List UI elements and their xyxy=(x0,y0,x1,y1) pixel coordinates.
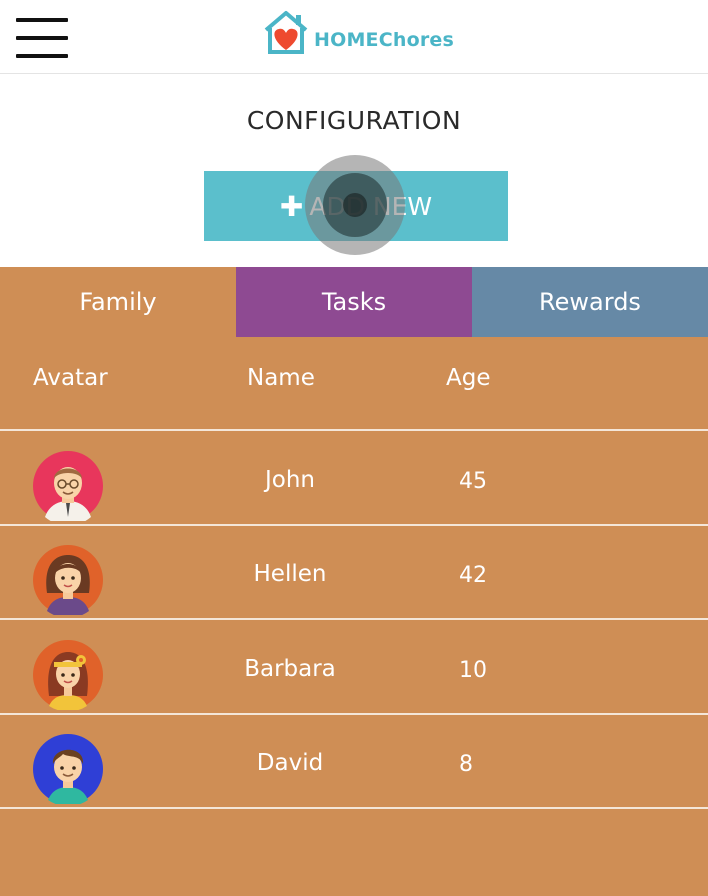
column-header-age: Age xyxy=(446,365,491,391)
row-name: Hellen xyxy=(253,561,327,587)
tab-tasks[interactable]: Tasks xyxy=(236,267,472,337)
boy-avatar-icon xyxy=(33,734,103,804)
table-row[interactable]: John 45 xyxy=(0,432,708,526)
row-name: David xyxy=(256,750,324,776)
column-header-avatar: Avatar xyxy=(33,365,108,391)
row-age: 45 xyxy=(459,469,487,494)
table-row[interactable]: Hellen 42 xyxy=(0,526,708,620)
tab-family[interactable]: Family xyxy=(0,267,236,337)
page-title: CONFIGURATION xyxy=(246,106,462,135)
tab-rewards[interactable]: Rewards xyxy=(472,267,708,337)
table-header: Avatar Name Age xyxy=(0,337,708,431)
column-header-name: Name xyxy=(247,365,315,391)
add-new-button[interactable]: ✚ ADD NEW xyxy=(204,171,508,241)
row-name: Barbara xyxy=(244,656,336,682)
family-panel: Avatar Name Age John 45 Hellen 42 Barbar… xyxy=(0,337,708,896)
add-new-label: ADD NEW xyxy=(309,191,433,221)
menu-line xyxy=(16,54,68,58)
top-bar: HOMEChores xyxy=(0,0,708,74)
logo-text: HOMEChores xyxy=(314,29,455,51)
house-heart-icon xyxy=(264,11,308,54)
tab-bar: Family Tasks Rewards xyxy=(0,267,708,337)
row-age: 42 xyxy=(459,563,487,588)
plus-icon: ✚ xyxy=(279,189,304,223)
app-logo: HOMEChores xyxy=(262,10,454,56)
menu-line xyxy=(16,18,68,22)
hamburger-menu-icon[interactable] xyxy=(16,18,68,58)
woman-avatar-icon xyxy=(33,545,103,615)
row-age: 10 xyxy=(459,658,487,683)
row-name: John xyxy=(264,467,315,493)
girl-flower-avatar-icon xyxy=(33,640,103,710)
man-glasses-avatar-icon xyxy=(33,451,103,521)
table-row[interactable]: Barbara 10 xyxy=(0,621,708,715)
table-row[interactable]: David 8 xyxy=(0,715,708,809)
menu-line xyxy=(16,36,68,40)
row-age: 8 xyxy=(459,752,473,777)
